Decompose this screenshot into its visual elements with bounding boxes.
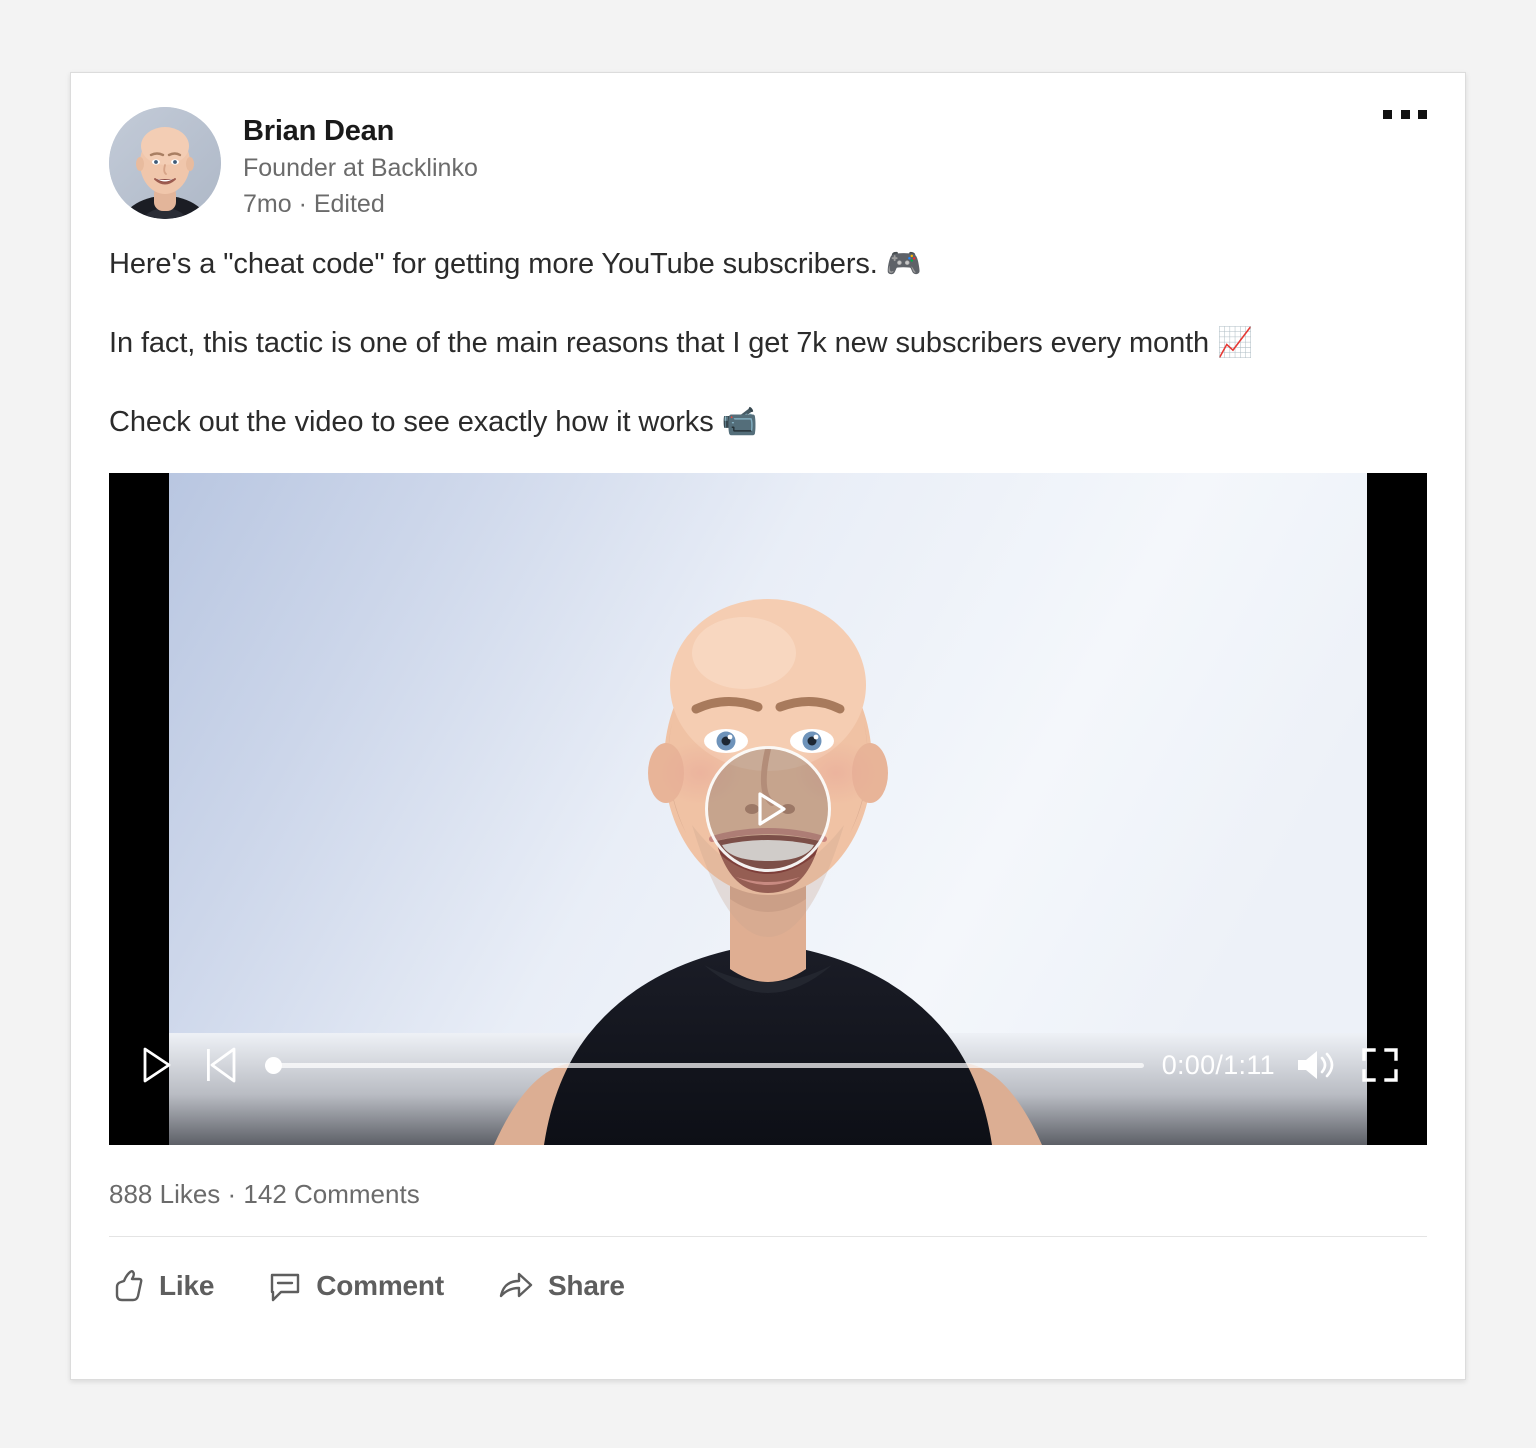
previous-button[interactable]	[197, 1042, 243, 1088]
post-paragraph-2: In fact, this tactic is one of the main …	[109, 326, 1254, 359]
post-timestamp: 7mo · Edited	[243, 190, 385, 218]
progress-track	[265, 1062, 1144, 1068]
dot-1	[1383, 109, 1392, 119]
comment-label: Comment	[316, 1270, 444, 1302]
share-button[interactable]: Share	[488, 1263, 635, 1309]
video-controls: 0:00/1:11	[109, 1037, 1427, 1093]
action-bar: Like Comment Share	[71, 1237, 1465, 1309]
like-button[interactable]: Like	[101, 1263, 224, 1309]
post-header: Brian Dean Founder at Backlinko 7mo · Ed…	[71, 73, 1465, 222]
post-card: Brian Dean Founder at Backlinko 7mo · Ed…	[70, 72, 1466, 1380]
more-options-icon[interactable]	[1383, 101, 1427, 127]
play-icon	[143, 1047, 171, 1083]
author-name[interactable]: Brian Dean	[243, 113, 478, 149]
author-block: Brian Dean Founder at Backlinko 7mo · Ed…	[243, 107, 478, 222]
thumbs-up-icon	[111, 1269, 145, 1303]
author-headline: Founder at Backlinko	[243, 154, 478, 183]
post-body: Here's a "cheat code" for getting more Y…	[71, 222, 1465, 444]
play-button[interactable]	[133, 1042, 179, 1088]
share-arrow-icon	[498, 1269, 534, 1303]
avatar[interactable]	[109, 107, 221, 219]
social-counts[interactable]: 888 Likes · 142 Comments	[71, 1145, 1465, 1210]
play-overlay-button[interactable]	[705, 746, 831, 873]
time-display: 0:00/1:11	[1161, 1049, 1275, 1080]
volume-button[interactable]	[1293, 1045, 1339, 1085]
progress-handle[interactable]	[265, 1056, 282, 1074]
page-root: Brian Dean Founder at Backlinko 7mo · Ed…	[0, 0, 1536, 1448]
post-paragraph-3: Check out the video to see exactly how i…	[109, 406, 758, 439]
play-triangle-icon	[758, 792, 786, 826]
dot-2	[1400, 109, 1410, 119]
fullscreen-button[interactable]	[1359, 1045, 1401, 1085]
share-label: Share	[547, 1270, 625, 1302]
like-label: Like	[159, 1270, 215, 1302]
progress-scrubber[interactable]	[265, 1051, 1144, 1079]
video-player[interactable]: 0:00/1:11	[109, 473, 1427, 1146]
dot-3	[1418, 109, 1427, 119]
post-paragraph-1: Here's a "cheat code" for getting more Y…	[109, 247, 922, 280]
speech-bubble-icon	[268, 1269, 302, 1303]
comment-button[interactable]: Comment	[258, 1263, 454, 1309]
fullscreen-icon	[1362, 1048, 1398, 1082]
skip-previous-icon	[207, 1047, 236, 1083]
volume-icon	[1298, 1051, 1334, 1080]
